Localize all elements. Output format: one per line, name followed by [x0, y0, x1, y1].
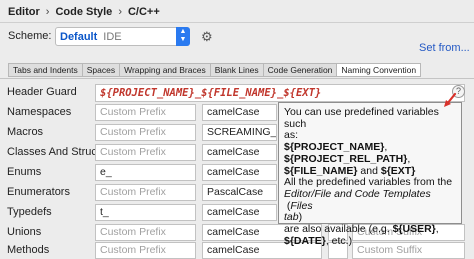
divider: [0, 22, 474, 23]
namespaces-prefix-input[interactable]: Custom Prefix: [95, 104, 196, 121]
breadcrumb-item-editor[interactable]: Editor: [8, 6, 40, 18]
tab-spaces[interactable]: Spaces: [81, 63, 120, 77]
macros-style-select[interactable]: SCREAMING_SNA: [202, 124, 277, 141]
enumerators-style-select[interactable]: PascalCase: [202, 184, 277, 201]
unions-prefix-input[interactable]: Custom Prefix: [95, 224, 196, 241]
enums-style-select[interactable]: camelCase: [202, 164, 277, 181]
enumerators-prefix-input[interactable]: Custom Prefix: [95, 184, 196, 201]
row-label-typedefs: Typedefs: [7, 206, 52, 218]
scheme-type: IDE: [103, 30, 122, 43]
tooltip-var-project-rel-path: ${PROJECT_REL_PATH}: [284, 152, 408, 165]
tab-wrapping-and-braces[interactable]: Wrapping and Braces: [119, 63, 210, 77]
breadcrumb-item-code-style[interactable]: Code Style: [55, 6, 112, 18]
tab-blank-lines[interactable]: Blank Lines: [209, 63, 263, 77]
breadcrumb-separator: ›: [45, 6, 50, 18]
typedefs-prefix-input[interactable]: t_: [95, 204, 196, 221]
header-guard-label: Header Guard: [7, 86, 77, 98]
methods-prefix-input[interactable]: Custom Prefix: [95, 242, 196, 259]
typedefs-style-select[interactable]: camelCase: [202, 204, 277, 221]
enums-prefix-input[interactable]: e_: [95, 164, 196, 181]
tooltip-var-date: ${DATE}: [284, 234, 326, 247]
tooltip-var-file-name: ${FILE_NAME}: [284, 164, 358, 177]
tooltip-italic-tab: tab: [284, 211, 299, 224]
red-arrow-icon: [444, 92, 457, 107]
tooltip-var-ext: ${EXT}: [380, 164, 416, 177]
breadcrumb-item-cpp: C/C++: [127, 6, 160, 18]
row-label-namespaces: Namespaces: [7, 106, 72, 118]
scheme-select[interactable]: Default IDE ▲ ▼: [55, 27, 190, 46]
header-guard-input[interactable]: ${PROJECT_NAME}_${FILE_NAME}_${EXT}: [95, 84, 465, 102]
row-label-macros: Macros: [7, 126, 44, 138]
breadcrumb: Editor › Code Style › C/C++: [8, 5, 160, 19]
variables-tooltip: You can use predefined variables such as…: [278, 102, 462, 247]
tab-bar: Tabs and Indents Spaces Wrapping and Bra…: [8, 63, 422, 77]
breadcrumb-separator: ›: [118, 6, 122, 18]
scheme-label: Scheme:: [8, 30, 52, 42]
tooltip-italic-files: Files: [290, 199, 313, 212]
tooltip-italic-templates: Editor/File and Code Templates: [284, 187, 431, 200]
classes-style-select[interactable]: camelCase: [202, 144, 277, 161]
tab-tabs-and-indents[interactable]: Tabs and Indents: [8, 63, 82, 77]
tooltip-var-user: ${USER}: [392, 223, 436, 236]
tooltip-line: You can use predefined variables such: [284, 106, 439, 130]
row-label-classes-and-structs: Classes And Structs: [7, 146, 106, 158]
chevron-updown-icon: ▲ ▼: [176, 27, 190, 46]
scheme-value: Default: [60, 30, 98, 43]
row-label-unions: Unions: [7, 226, 42, 238]
tab-code-generation[interactable]: Code Generation: [262, 63, 337, 77]
macros-prefix-input[interactable]: Custom Prefix: [95, 124, 196, 141]
row-label-enums: Enums: [7, 166, 42, 178]
set-from-link[interactable]: Set from...: [419, 42, 470, 54]
row-label-enumerators: Enumerators: [7, 186, 70, 198]
tab-naming-convention[interactable]: Naming Convention: [336, 63, 422, 77]
tooltip-var-project-name: ${PROJECT_NAME}: [284, 141, 385, 154]
row-label-methods: Methods: [7, 244, 50, 256]
namespaces-style-select[interactable]: camelCase: [202, 104, 277, 121]
gear-icon[interactable]: ⚙: [201, 29, 213, 45]
classes-prefix-input[interactable]: Custom Prefix: [95, 144, 196, 161]
